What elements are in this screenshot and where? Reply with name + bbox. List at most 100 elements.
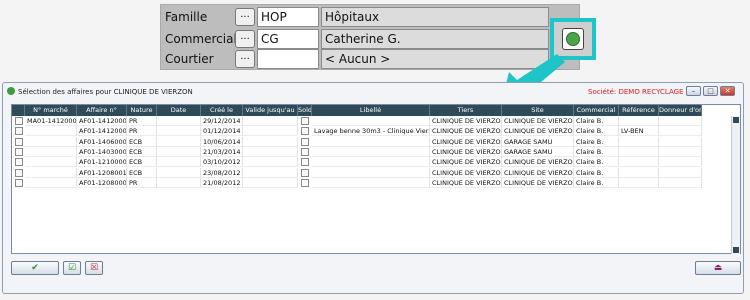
ok-button[interactable]: ✔ [11, 261, 59, 275]
table-cell[interactable] [312, 177, 430, 188]
table-cell[interactable]: CLINIQUE DE VIERZON [430, 146, 502, 157]
table-cell[interactable] [243, 136, 298, 147]
table-cell[interactable]: CLINIQUE DE VIERZON [430, 167, 502, 178]
table-cell[interactable]: CLINIQUE DE VIERZON [502, 157, 574, 168]
table-cell[interactable] [619, 146, 659, 157]
table-cell[interactable]: AF01-12100002 [77, 157, 127, 168]
table-cell[interactable] [619, 157, 659, 168]
table-cell[interactable]: CLINIQUE DE VIERZON [430, 116, 502, 126]
table-cell[interactable]: PR [127, 177, 157, 188]
check-all-button[interactable]: ☑ [63, 261, 81, 275]
table-cell[interactable] [312, 116, 430, 126]
table-cell[interactable]: AF01-14120004 [77, 116, 127, 126]
table-cell[interactable]: Claire B. [574, 126, 619, 137]
table-cell[interactable] [243, 146, 298, 157]
table-cell[interactable]: ECB [127, 136, 157, 147]
table-cell[interactable]: Claire B. [574, 177, 619, 188]
table-cell[interactable]: ECB [127, 167, 157, 178]
table-cell[interactable] [659, 177, 702, 188]
scroll-up-icon[interactable] [733, 117, 739, 123]
table-cell[interactable] [25, 167, 77, 178]
table-cell[interactable]: AF01-14120001 [77, 126, 127, 137]
row-checkbox[interactable] [15, 158, 23, 167]
table-cell[interactable] [243, 126, 298, 137]
table-cell[interactable] [659, 126, 702, 137]
column-header[interactable]: Référence [619, 105, 659, 116]
table-cell[interactable] [243, 167, 298, 178]
table-cell[interactable] [157, 116, 201, 126]
column-header[interactable]: Tiers [430, 105, 502, 116]
table-cell[interactable]: 01/12/2014 [201, 126, 243, 137]
table-cell[interactable]: GARAGE SAMU [502, 146, 574, 157]
table-cell[interactable] [312, 167, 430, 178]
table-cell[interactable]: AF01-14030001 [77, 146, 127, 157]
table-cell[interactable]: GARAGE SAMU [502, 136, 574, 147]
table-cell[interactable]: CLINIQUE DE VIERZON [502, 126, 574, 137]
column-header[interactable]: Commercial [574, 105, 619, 116]
table-cell[interactable] [312, 157, 430, 168]
column-header[interactable]: Nature [127, 105, 157, 116]
table-cell[interactable]: 03/10/2012 [201, 157, 243, 168]
uncheck-all-button[interactable]: ☒ [85, 261, 103, 275]
table-cell[interactable]: Lavage benne 30m3 - Clinique Vierzon [312, 126, 430, 137]
table-cell[interactable]: 29/12/2014 [201, 116, 243, 126]
row-checkbox[interactable] [15, 127, 23, 136]
table-cell[interactable]: Claire B. [574, 146, 619, 157]
code-field[interactable]: CG [257, 29, 319, 49]
table-cell[interactable]: Claire B. [574, 157, 619, 168]
table-cell[interactable]: 10/06/2014 [201, 136, 243, 147]
table-cell[interactable]: CLINIQUE DE VIERZON [502, 167, 574, 178]
table-cell[interactable]: Claire B. [574, 116, 619, 126]
table-cell[interactable] [659, 157, 702, 168]
refresh-affaires-button[interactable] [562, 28, 584, 50]
code-field[interactable] [257, 49, 319, 69]
table-cell[interactable]: AF01-14060001 [77, 136, 127, 147]
table-cell[interactable] [25, 126, 77, 137]
table-cell[interactable]: CLINIQUE DE VIERZON [502, 116, 574, 126]
table-cell[interactable]: 23/08/2012 [201, 167, 243, 178]
table-cell[interactable]: CLINIQUE DE VIERZON [430, 126, 502, 137]
row-checkbox[interactable] [15, 117, 23, 125]
table-cell[interactable] [619, 136, 659, 147]
row-checkbox[interactable] [15, 147, 23, 156]
row-checkbox[interactable] [15, 178, 23, 187]
column-header[interactable]: Donneur d'ordre [659, 105, 702, 116]
close-button[interactable]: ✕ [720, 86, 735, 96]
maximize-button[interactable]: □ [703, 86, 718, 96]
table-cell[interactable] [157, 157, 201, 168]
table-cell[interactable] [659, 136, 702, 147]
table-cell[interactable] [659, 146, 702, 157]
table-cell[interactable] [25, 136, 77, 147]
column-header[interactable]: Soldé [298, 105, 312, 116]
table-cell[interactable]: CLINIQUE DE VIERZON [430, 157, 502, 168]
table-cell[interactable] [659, 116, 702, 126]
row-checkbox[interactable] [15, 168, 23, 177]
table-cell[interactable]: 21/03/2014 [201, 146, 243, 157]
table-cell[interactable]: LV-BEN [619, 126, 659, 137]
table-cell[interactable] [157, 126, 201, 137]
vertical-scrollbar[interactable] [731, 116, 740, 254]
table-cell[interactable]: PR [127, 126, 157, 137]
column-header[interactable]: Site [502, 105, 574, 116]
table-cell[interactable] [619, 167, 659, 178]
table-cell[interactable]: Claire B. [574, 167, 619, 178]
table-cell[interactable] [25, 146, 77, 157]
table-cell[interactable]: AF01-12080012 [77, 167, 127, 178]
exit-button[interactable]: ⏏ [695, 261, 741, 275]
minimize-button[interactable]: – [686, 86, 701, 96]
column-header[interactable]: Date [157, 105, 201, 116]
table-cell[interactable]: PR [127, 116, 157, 126]
table-cell[interactable] [25, 157, 77, 168]
table-cell[interactable]: CLINIQUE DE VIERZON [430, 136, 502, 147]
column-header[interactable]: Libellé [312, 105, 430, 116]
code-field[interactable]: HOP [257, 7, 319, 27]
table-cell[interactable]: 21/08/2012 [201, 177, 243, 188]
table-cell[interactable] [619, 116, 659, 126]
table-cell[interactable] [157, 136, 201, 147]
table-cell[interactable] [157, 146, 201, 157]
column-header[interactable]: N° marché [25, 105, 77, 116]
table-cell[interactable] [25, 177, 77, 188]
table-cell[interactable] [659, 167, 702, 178]
table-cell[interactable] [157, 167, 201, 178]
table-cell[interactable] [312, 136, 430, 147]
